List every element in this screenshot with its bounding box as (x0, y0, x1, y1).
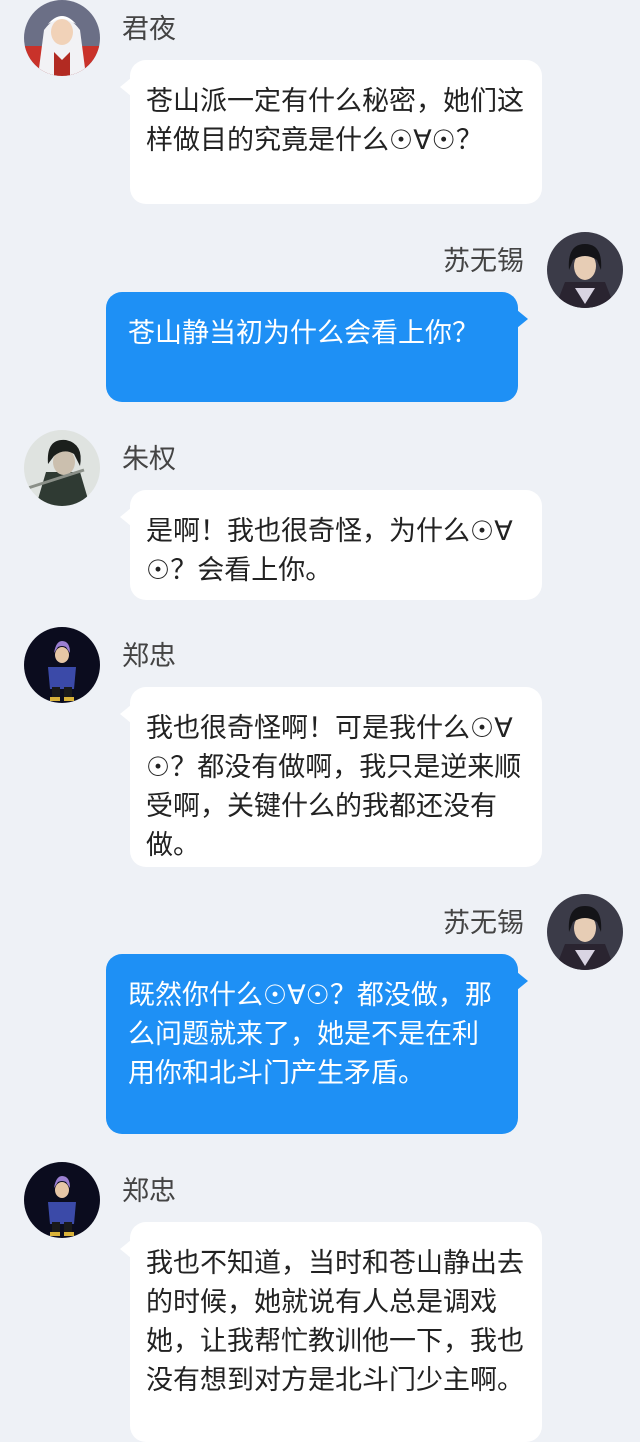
bubble-tail (517, 310, 528, 328)
sender-name: 郑忠 (122, 1176, 176, 1207)
bubble-tail (517, 972, 528, 990)
dark-haired-character-avatar-icon[interactable] (547, 232, 623, 308)
message-bubble[interactable]: 我也不知道，当时和苍山静出去的时候，她就说有人总是调戏她，让我帮忙教训他一下，我… (120, 1222, 542, 1442)
message-bubble[interactable]: 苍山派一定有什么秘密，她们这样做目的究竟是什么☉∀☉？ (120, 60, 542, 204)
message-text: 既然你什么☉∀☉？都没做，那么问题就来了，她是不是在利用你和北斗门产生矛盾。 (128, 980, 492, 1089)
white-haired-character-avatar-icon[interactable] (24, 0, 100, 76)
message-bubble[interactable]: 既然你什么☉∀☉？都没做，那么问题就来了，她是不是在利用你和北斗门产生矛盾。 (106, 954, 528, 1134)
purple-haired-character-avatar-icon[interactable] (24, 627, 100, 703)
purple-haired-character-avatar-icon[interactable] (24, 1162, 100, 1238)
swordsman-character-avatar-icon[interactable] (24, 430, 100, 506)
sender-name: 苏无锡 (443, 246, 524, 277)
message-text: 苍山派一定有什么秘密，她们这样做目的究竟是什么☉∀☉？ (146, 86, 524, 156)
sender-name: 君夜 (122, 14, 176, 45)
message-bubble[interactable]: 是啊！我也很奇怪，为什么☉∀☉？会看上你。 (120, 490, 542, 600)
message-text: 苍山静当初为什么会看上你？ (128, 318, 479, 349)
bubble-tail (120, 705, 131, 723)
sender-name: 郑忠 (122, 641, 176, 672)
chat-view: 君夜 苍山派一定有什么秘密，她们这样做目的究竟是什么☉∀☉？ 苏无锡 苍山静当初… (0, 0, 640, 1442)
message-text: 我也不知道，当时和苍山静出去的时候，她就说有人总是调戏她，让我帮忙教训他一下，我… (146, 1248, 524, 1396)
dark-haired-character-avatar-icon[interactable] (547, 894, 623, 970)
bubble-tail (120, 508, 131, 526)
message-bubble[interactable]: 苍山静当初为什么会看上你？ (106, 292, 528, 402)
message-text: 我也很奇怪啊！可是我什么☉∀☉？都没有做啊，我只是逆来顺受啊，关键什么的我都还没… (146, 713, 522, 861)
bubble-tail (120, 78, 131, 96)
message-bubble[interactable]: 我也很奇怪啊！可是我什么☉∀☉？都没有做啊，我只是逆来顺受啊，关键什么的我都还没… (120, 687, 542, 867)
sender-name: 朱权 (122, 444, 176, 475)
sender-name: 苏无锡 (443, 908, 524, 939)
bubble-tail (120, 1240, 131, 1258)
message-text: 是啊！我也很奇怪，为什么☉∀☉？会看上你。 (146, 516, 513, 586)
